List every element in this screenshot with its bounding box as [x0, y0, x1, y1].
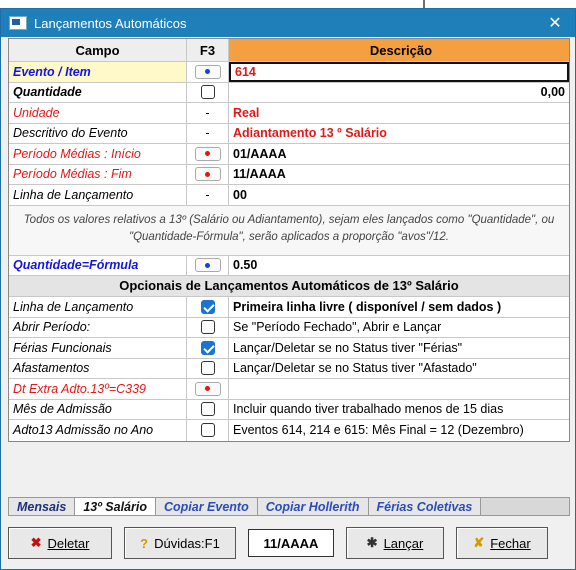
descritivo-value: Adiantamento 13 º Salário — [233, 126, 387, 141]
f3-dash: - — [187, 123, 229, 143]
quantidade-checkbox[interactable] — [200, 85, 215, 100]
close-label: Fechar — [490, 535, 531, 551]
option-row[interactable]: Linha de Lançamento Primeira linha livre… — [9, 297, 569, 318]
option-row[interactable]: Mês de Admissão Incluir quando tiver tra… — [9, 399, 569, 420]
quantidade-formula-input[interactable]: 0.50 — [229, 256, 569, 276]
option-label: Dt Extra Adto.13º=C339 — [9, 379, 187, 399]
delete-button[interactable]: ✖ Deletar — [8, 527, 112, 559]
periodo-inicio-input[interactable]: 01/AAAA — [229, 144, 569, 164]
launch-button[interactable]: ✱ Lançar — [346, 527, 444, 559]
help-label: Dúvidas:F1 — [154, 535, 220, 551]
f3-lookup-button[interactable] — [194, 146, 221, 161]
periodo-fim-input[interactable]: 11/AAAA — [229, 165, 569, 185]
option-value: Incluir quando tiver trabalhado menos de… — [233, 402, 504, 417]
option-value: Se "Período Fechado", Abrir e Lançar — [233, 320, 442, 335]
option-checkbox[interactable] — [200, 361, 215, 376]
header-campo: Campo — [9, 39, 187, 61]
option-label: Férias Funcionais — [9, 338, 187, 358]
evento-item-input[interactable]: 614 — [229, 62, 569, 82]
label-periodo-inicio: Período Médias : Início — [9, 144, 187, 164]
label-descritivo: Descritivo do Evento — [9, 123, 187, 143]
label-quantidade: Quantidade — [9, 82, 187, 102]
window-title: Lançamentos Automáticos — [34, 15, 187, 31]
info-note: Todos os valores relativos a 13º (Salári… — [9, 205, 569, 256]
grid-header: Campo F3 Descrição — [9, 39, 569, 62]
dot-icon — [205, 171, 210, 177]
f3-lookup-button[interactable] — [194, 258, 221, 273]
option-row[interactable]: Dt Extra Adto.13º=C339 — [9, 379, 569, 400]
row-periodo-fim[interactable]: Período Médias : Fim 11/AAAA — [9, 164, 569, 185]
label-linha-lancamento: Linha de Lançamento — [9, 185, 187, 205]
option-value: Eventos 614, 214 e 615: Mês Final = 12 (… — [233, 423, 524, 438]
dot-icon — [205, 151, 210, 157]
button-bar: ✖ Deletar ? Dúvidas:F1 11/AAAA ✱ Lançar … — [8, 525, 570, 561]
option-label: Afastamentos — [9, 358, 187, 378]
delete-icon: ✖ — [30, 535, 42, 550]
option-checkbox[interactable] — [200, 402, 215, 417]
close-button[interactable]: ✘ Fechar — [456, 527, 548, 559]
dot-icon — [205, 386, 210, 392]
option-value: Primeira linha livre ( disponível / sem … — [233, 299, 502, 314]
header-descricao: Descrição — [229, 39, 569, 61]
period-display: 11/AAAA — [248, 529, 334, 557]
f3-lookup-button[interactable] — [194, 64, 221, 79]
option-row[interactable]: Adto13 Admissão no Ano Eventos 614, 214 … — [9, 420, 569, 441]
section-title: Opcionais de Lançamentos Automáticos de … — [9, 276, 569, 297]
quantidade-input[interactable]: 0,00 — [229, 83, 569, 103]
option-checkbox[interactable] — [200, 340, 215, 355]
option-row[interactable]: Férias Funcionais Lançar/Deletar se no S… — [9, 338, 569, 359]
tab-copiar-evento[interactable]: Copiar Evento — [155, 498, 258, 515]
option-checkbox[interactable] — [200, 423, 215, 438]
option-value: Lançar/Deletar se no Status tiver "Afast… — [233, 361, 477, 376]
option-label: Mês de Admissão — [9, 399, 187, 419]
f3-dash: - — [187, 185, 229, 205]
close-icon[interactable]: ✕ — [535, 9, 575, 37]
fields-grid: Campo F3 Descrição Evento / Item 614 Qua… — [8, 38, 570, 442]
label-periodo-fim: Período Médias : Fim — [9, 164, 187, 184]
label-evento-item: Evento / Item — [9, 62, 187, 82]
option-value: Lançar/Deletar se no Status tiver "Féria… — [233, 340, 463, 355]
delete-label: Deletar — [47, 535, 90, 551]
title-bar: Lançamentos Automáticos ✕ — [1, 9, 575, 37]
row-evento-item[interactable]: Evento / Item 614 — [9, 62, 569, 83]
label-quantidade-formula: Quantidade=Fórmula — [9, 255, 187, 275]
label-unidade: Unidade — [9, 103, 187, 123]
tab-ferias-coletivas[interactable]: Férias Coletivas — [368, 498, 482, 515]
dot-icon — [205, 262, 210, 268]
option-checkbox[interactable] — [200, 299, 215, 314]
close-x-icon: ✘ — [473, 535, 485, 550]
row-quantidade-formula[interactable]: Quantidade=Fórmula 0.50 — [9, 255, 569, 276]
unidade-value: Real — [233, 105, 260, 120]
dt-extra-input[interactable] — [229, 379, 569, 399]
row-periodo-inicio[interactable]: Período Médias : Início 01/AAAA — [9, 144, 569, 165]
tab-strip: Mensais 13º Salário Copiar Evento Copiar… — [8, 497, 570, 516]
linha-lancamento-input[interactable]: 00 — [229, 185, 569, 205]
option-row[interactable]: Afastamentos Lançar/Deletar se no Status… — [9, 358, 569, 379]
f3-lookup-button[interactable] — [194, 381, 221, 396]
tab-13-salario[interactable]: 13º Salário — [75, 498, 156, 515]
question-icon: ? — [140, 535, 149, 551]
option-label: Linha de Lançamento — [9, 297, 187, 317]
row-linha-lancamento[interactable]: Linha de Lançamento - 00 — [9, 185, 569, 206]
dot-icon — [205, 69, 210, 75]
help-button[interactable]: ? Dúvidas:F1 — [124, 527, 236, 559]
option-checkbox[interactable] — [200, 320, 215, 335]
row-quantidade[interactable]: Quantidade 0,00 — [9, 82, 569, 103]
option-label: Abrir Período: — [9, 317, 187, 337]
snowflake-icon: ✱ — [366, 535, 378, 550]
f3-dash: - — [187, 103, 229, 123]
header-f3: F3 — [187, 39, 229, 61]
option-label: Adto13 Admissão no Ano — [9, 420, 187, 441]
row-unidade: Unidade - Real — [9, 103, 569, 124]
launch-label: Lançar — [383, 535, 424, 551]
app-icon — [9, 16, 27, 30]
f3-lookup-button[interactable] — [194, 167, 221, 182]
row-descritivo: Descritivo do Evento - Adiantamento 13 º… — [9, 123, 569, 144]
option-row[interactable]: Abrir Período: Se "Período Fechado", Abr… — [9, 317, 569, 338]
tab-copiar-hollerith[interactable]: Copiar Hollerith — [257, 498, 369, 515]
tab-mensais[interactable]: Mensais — [9, 498, 76, 515]
